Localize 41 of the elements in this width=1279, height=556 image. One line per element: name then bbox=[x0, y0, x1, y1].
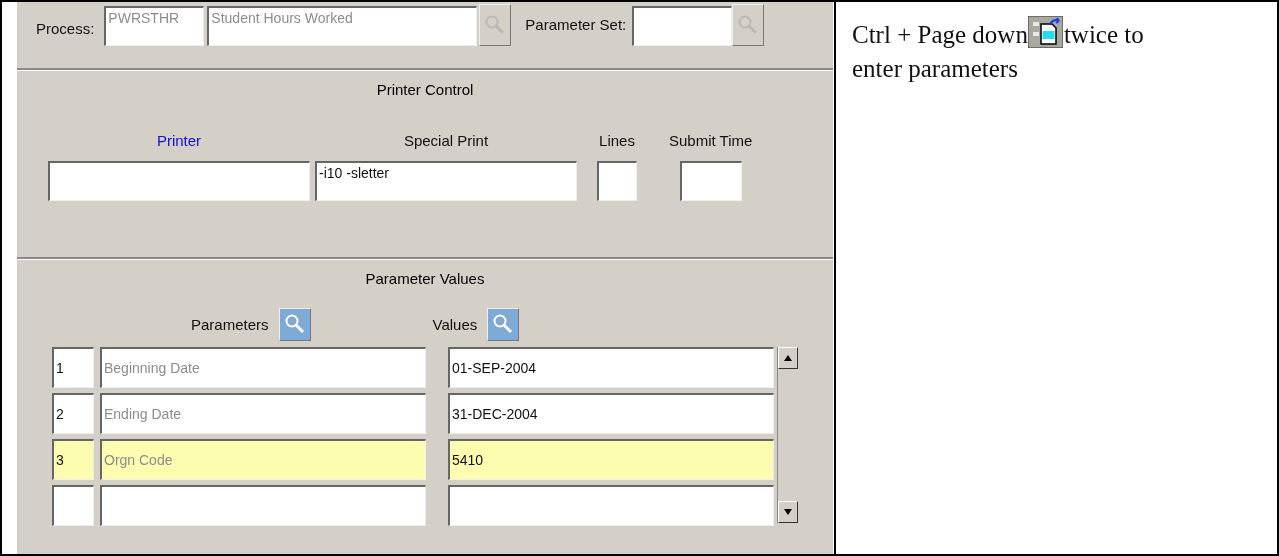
field-label: Lines bbox=[599, 132, 635, 149]
down-arrow-icon bbox=[784, 509, 792, 515]
value-field[interactable]: 01-SEP-2004 bbox=[448, 347, 774, 388]
section-title: Printer Control bbox=[375, 80, 475, 98]
row-number-field[interactable]: 3 bbox=[52, 439, 94, 480]
search-icon bbox=[737, 14, 760, 36]
parameter-set-label: Parameter Set: bbox=[525, 16, 627, 33]
up-arrow-icon bbox=[784, 355, 792, 361]
row-number-field[interactable]: 2 bbox=[52, 393, 94, 434]
column-header: Values bbox=[432, 315, 478, 333]
search-button[interactable] bbox=[278, 307, 311, 341]
scrollbar[interactable] bbox=[777, 347, 798, 523]
input-field[interactable] bbox=[48, 161, 310, 201]
row-number-field[interactable] bbox=[52, 485, 94, 526]
parameter-field[interactable] bbox=[100, 485, 426, 526]
column-header: Parameters bbox=[191, 315, 269, 333]
search-icon bbox=[484, 14, 507, 36]
scroll-up-button[interactable] bbox=[778, 347, 798, 369]
input-field[interactable] bbox=[679, 161, 742, 201]
process-name-field[interactable]: Student Hours Worked bbox=[207, 6, 478, 46]
search-button[interactable] bbox=[487, 307, 520, 341]
instruction-text: Ctrl + Page down bbox=[852, 20, 1028, 50]
field-label: Printer bbox=[156, 132, 202, 149]
value-field[interactable]: 5410 bbox=[448, 439, 774, 480]
search-icon bbox=[492, 313, 515, 335]
next-block-icon bbox=[1027, 16, 1063, 48]
instruction-text: twice to bbox=[1063, 20, 1144, 50]
section-title: Parameter Values bbox=[364, 269, 486, 287]
search-icon bbox=[283, 313, 306, 335]
process-label: Process: bbox=[36, 20, 95, 37]
parameter-field[interactable]: Beginning Date bbox=[100, 347, 426, 388]
field-label: Submit Time bbox=[669, 132, 753, 149]
value-field[interactable]: 31-DEC-2004 bbox=[448, 393, 774, 434]
input-field[interactable]: -i10 -sletter bbox=[315, 161, 577, 201]
parameter-set-field[interactable] bbox=[632, 6, 733, 46]
row-number-field[interactable]: 1 bbox=[52, 347, 94, 388]
field-label: Special Print bbox=[403, 132, 489, 149]
value-field[interactable] bbox=[448, 485, 774, 526]
scroll-down-button[interactable] bbox=[778, 501, 798, 523]
instruction-text: enter parameters bbox=[852, 54, 1018, 84]
input-field[interactable] bbox=[597, 161, 637, 201]
